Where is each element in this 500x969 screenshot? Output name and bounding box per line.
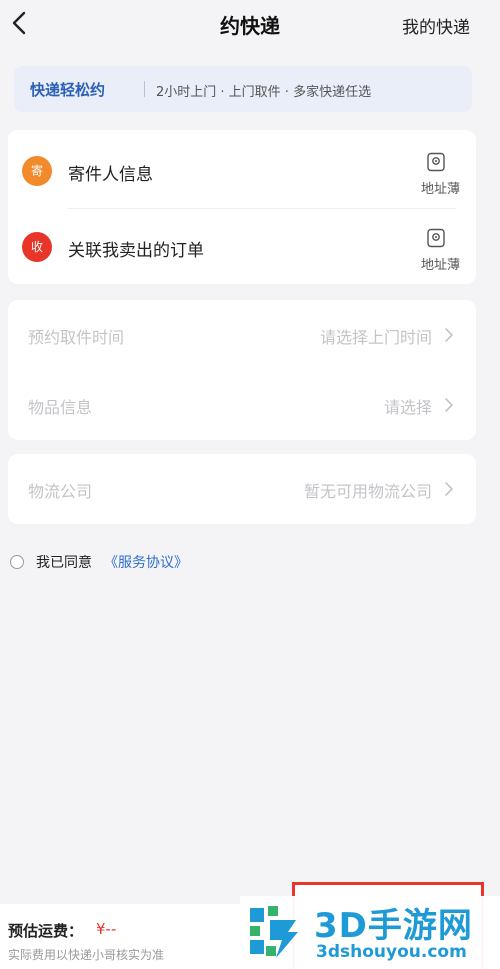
sender-info-label: 寄件人信息 <box>68 165 153 185</box>
contact-card: 寄 寄件人信息 地址薄 收 关联我卖出的订单 地址薄 <box>8 130 476 284</box>
receiver-order-row[interactable]: 收 关联我卖出的订单 地址薄 <box>8 210 476 284</box>
pickup-time-value: 请选择上门时间 <box>319 328 432 347</box>
top-nav-bar: 约快递 我的快递 <box>0 0 500 50</box>
banner-description: 2小时上门 · 上门取件 · 多家快递任选 <box>156 85 372 100</box>
chevron-right-icon <box>445 328 453 342</box>
watermark-logo-icon <box>250 906 298 958</box>
estimate-value: ¥-- <box>96 920 117 938</box>
sender-info-row[interactable]: 寄 寄件人信息 地址薄 <box>8 134 476 208</box>
pickup-time-row[interactable]: 预约取件时间 请选择上门时间 <box>8 300 476 370</box>
receiver-address-book-label[interactable]: 地址薄 <box>421 254 460 273</box>
pickup-time-label: 预约取件时间 <box>28 328 125 347</box>
chevron-right-icon <box>445 482 453 496</box>
sender-badge: 寄 <box>22 156 52 186</box>
service-agreement-link[interactable]: 《服务协议》 <box>104 552 188 572</box>
watermark-title: 3D手游网 <box>314 906 473 946</box>
estimate-note: 实际费用以快递小哥核实为准 <box>8 948 165 962</box>
item-info-label: 物品信息 <box>28 398 93 417</box>
item-info-value: 请选择 <box>383 398 432 417</box>
watermark-url: 3dshouyou.com <box>316 942 467 962</box>
receiver-badge: 收 <box>22 232 52 262</box>
link-sold-order-label: 关联我卖出的订单 <box>68 241 204 261</box>
address-book-icon[interactable] <box>426 228 446 248</box>
site-watermark: 3D手游网 3dshouyou.com <box>240 896 500 969</box>
my-express-link[interactable]: 我的快递 <box>402 13 470 38</box>
estimate-label: 预估运费： <box>8 922 84 940</box>
agreement-text: 我已同意 <box>36 555 92 571</box>
banner-divider <box>144 81 145 97</box>
sender-address-book-label[interactable]: 地址薄 <box>421 178 460 197</box>
item-info-row[interactable]: 物品信息 请选择 <box>8 370 476 440</box>
logistics-company-value: 暂无可用物流公司 <box>303 482 432 501</box>
pickup-card: 预约取件时间 请选择上门时间 物品信息 请选择 <box>8 300 476 440</box>
agreement-checkbox[interactable] <box>10 555 24 569</box>
promo-banner: 快递轻松约 2小时上门 · 上门取件 · 多家快递任选 <box>14 66 472 112</box>
logistics-company-label: 物流公司 <box>28 482 93 501</box>
logistics-company-row[interactable]: 物流公司 暂无可用物流公司 <box>8 454 476 524</box>
address-book-icon[interactable] <box>426 152 446 172</box>
chevron-right-icon <box>445 398 453 412</box>
banner-title: 快递轻松约 <box>30 81 106 99</box>
logistics-card: 物流公司 暂无可用物流公司 <box>8 454 476 524</box>
row-divider <box>68 208 456 209</box>
